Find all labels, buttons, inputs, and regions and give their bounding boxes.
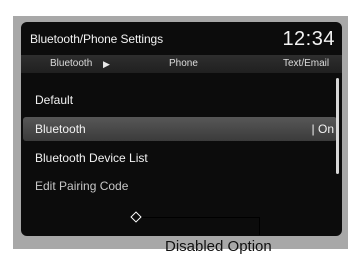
callout-leader-drop (259, 217, 260, 235)
menu-item-label: Bluetooth (35, 122, 86, 136)
menu-item-bluetooth[interactable]: Bluetooth | On (23, 117, 337, 141)
callout-caption: Disabled Option (165, 238, 272, 255)
clock: 12:34 (282, 28, 335, 50)
scrollbar[interactable] (336, 78, 339, 174)
infotainment-screen: Bluetooth/Phone Settings 12:34 Bluetooth… (21, 22, 342, 236)
menu-item-label: Default (35, 93, 74, 107)
menu-item-device-list[interactable]: Bluetooth Device List (21, 146, 337, 170)
callout-leader-line (137, 217, 259, 218)
tab-bar: Bluetooth ▶ Phone Text/Email (21, 55, 342, 73)
menu-item-edit-pairing-code: Edit Pairing Code (21, 174, 337, 198)
tab-text-email[interactable]: Text/Email (283, 58, 329, 69)
menu-item-default[interactable]: Default (21, 88, 337, 112)
tab-bluetooth[interactable]: Bluetooth (50, 58, 92, 69)
tab-phone[interactable]: Phone (169, 58, 198, 69)
menu-item-label: Edit Pairing Code (35, 179, 129, 193)
menu-item-label: Bluetooth Device List (35, 151, 148, 165)
screen-title: Bluetooth/Phone Settings (30, 32, 164, 46)
menu-item-value: | On (311, 122, 334, 136)
play-arrow-icon: ▶ (103, 59, 110, 69)
